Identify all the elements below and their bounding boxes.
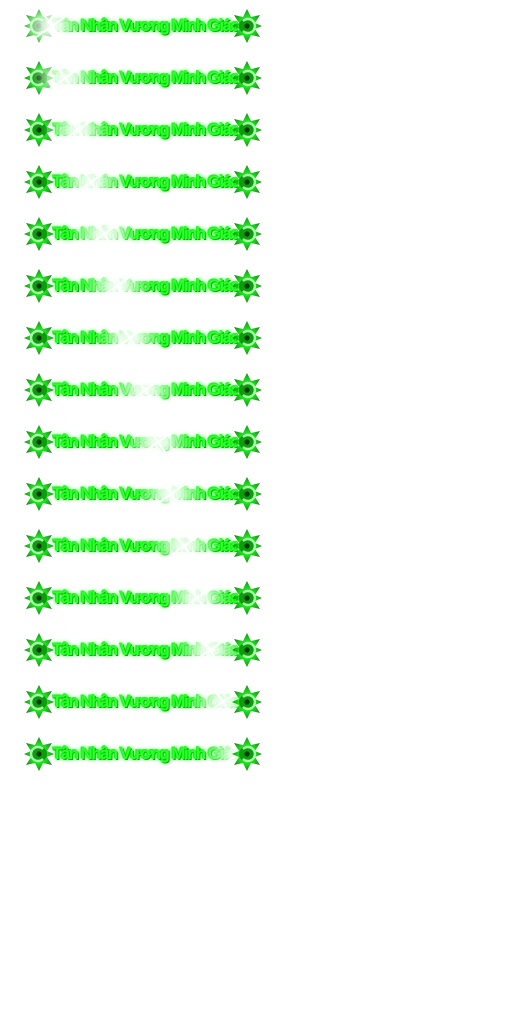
title-text: Tân Nhân Vương Minh Giáo [52,484,238,503]
left-green-spiked-ring-icon [24,9,54,43]
title-frame-14: Tân Nhân Vương Minh Giáo [22,676,264,728]
title-frame-8: Tân Nhân Vương Minh Giáo [22,364,264,416]
title-frame-1: Tân Nhân Vương Minh Giáo [17,0,264,52]
title-frame-4: Tân Nhân Vương Minh Giáo [22,156,264,208]
right-green-spiked-ring-icon [232,269,262,303]
right-green-spiked-ring-icon [232,113,262,147]
title-frame-5: Tân Nhân Vương Minh Giáo [22,208,264,260]
right-green-spiked-ring-icon [232,217,262,251]
right-green-spiked-ring-icon [232,165,262,199]
left-green-spiked-ring-icon [24,321,54,355]
left-green-spiked-ring-icon [24,269,54,303]
left-green-spiked-ring-icon [24,425,54,459]
title-text: Tân Nhân Vương Minh Giáo [52,640,238,659]
left-green-spiked-ring-icon [24,737,54,771]
right-green-spiked-ring-icon [232,425,262,459]
title-text: Tân Nhân Vương Minh Giáo [52,68,238,87]
right-green-spiked-ring-icon [232,61,262,95]
title-text: Tân Nhân Vương Minh Giáo [52,536,238,555]
title-text: Tân Nhân Vương Minh Giáo [52,172,238,191]
left-green-spiked-ring-icon [24,581,54,615]
left-green-spiked-ring-icon [24,61,54,95]
left-green-spiked-ring-icon [24,477,54,511]
left-green-spiked-ring-icon [24,529,54,563]
right-green-spiked-ring-icon [232,477,262,511]
title-text: Tân Nhân Vương Minh Giáo [52,588,238,607]
title-frame-6: Tân Nhân Vương Minh Giáo [22,260,264,312]
left-green-spiked-ring-icon [24,633,54,667]
title-frame-2: Tân Nhân Vương Minh Giáo [22,52,264,104]
right-green-spiked-ring-icon [232,321,262,355]
right-green-spiked-ring-icon [232,373,262,407]
left-green-spiked-ring-icon [24,217,54,251]
right-green-spiked-ring-icon [232,529,262,563]
title-frame-15: Tân Nhân Vương Minh Giáo [22,728,273,780]
left-green-spiked-ring-icon [24,113,54,147]
sprite-sheet: Tân Nhân Vương Minh Giáo Tân Nhân Vương … [0,0,512,1024]
right-green-spiked-ring-icon [232,737,262,771]
title-frame-7: Tân Nhân Vương Minh Giáo [22,312,264,364]
title-frame-9: Tân Nhân Vương Minh Giáo [22,416,264,468]
title-text: Tân Nhân Vương Minh Giáo [52,16,238,35]
right-green-spiked-ring-icon [232,633,262,667]
title-text: Tân Nhân Vương Minh Giáo [52,692,238,711]
title-text: Tân Nhân Vương Minh Giáo [52,224,238,243]
title-frame-13: Tân Nhân Vương Minh Giáo [22,624,264,676]
title-frame-3: Tân Nhân Vương Minh Giáo [22,104,264,156]
title-text: Tân Nhân Vương Minh Giáo [52,120,238,139]
title-text: Tân Nhân Vương Minh Giáo [52,276,238,295]
right-green-spiked-ring-icon [232,581,262,615]
title-frame-11: Tân Nhân Vương Minh Giáo [22,520,264,572]
left-green-spiked-ring-icon [24,373,54,407]
title-text: Tân Nhân Vương Minh Giáo [52,744,238,763]
title-frame-10: Tân Nhân Vương Minh Giáo [22,468,264,520]
title-text: Tân Nhân Vương Minh Giáo [52,380,238,399]
title-text: Tân Nhân Vương Minh Giáo [52,328,238,347]
right-green-spiked-ring-icon [232,685,262,719]
title-text: Tân Nhân Vương Minh Giáo [52,432,238,451]
title-frame-12: Tân Nhân Vương Minh Giáo [22,572,264,624]
right-green-spiked-ring-icon [232,9,262,43]
left-green-spiked-ring-icon [24,685,54,719]
left-green-spiked-ring-icon [24,165,54,199]
